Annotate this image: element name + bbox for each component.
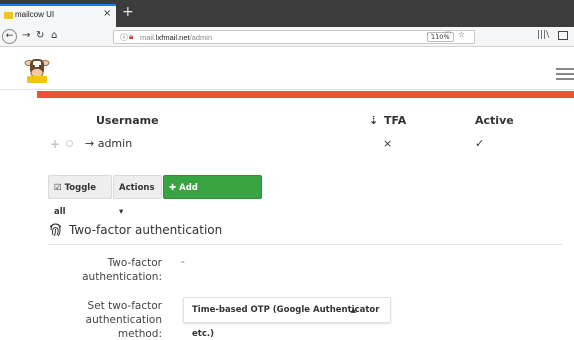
accent-bar: [37, 91, 574, 98]
back-icon[interactable]: ←: [2, 29, 17, 44]
info-icon[interactable]: ⓘ: [120, 32, 128, 43]
section-divider: [48, 244, 562, 245]
new-tab-button[interactable]: +: [122, 5, 134, 19]
sidebar-icon[interactable]: [558, 31, 568, 40]
reload-icon[interactable]: ↻: [36, 29, 44, 43]
mailcow-favicon-icon: [4, 12, 13, 19]
url-bar[interactable]: ⓘ 🔒︎ mail.lxfmail.net/admin 110%: [113, 30, 475, 44]
home-icon[interactable]: ⌂: [51, 29, 57, 43]
caret-down-icon: ▾: [119, 207, 124, 217]
tfa-label: Two-factor authentication:: [82, 257, 162, 283]
row-select-checkbox[interactable]: [66, 140, 73, 147]
browser-navbar: ← → ↻ ⌂ ⓘ 🔒︎ mail.lxfmail.net/admin 110%…: [0, 27, 574, 47]
plus-icon: ✚: [169, 183, 177, 193]
tab-title: mailcow UI: [15, 10, 55, 19]
library-icon[interactable]: |||\: [537, 30, 549, 40]
hamburger-icon[interactable]: [556, 68, 574, 83]
page-actions-icons[interactable]: ··· ♡ ☆: [426, 30, 467, 39]
column-header-tfa[interactable]: TFA: [384, 114, 406, 127]
close-tab-button[interactable]: ×: [103, 8, 111, 19]
sort-icon[interactable]: ⇣: [369, 114, 378, 127]
app-header: [0, 48, 574, 90]
tfa-value: -: [181, 256, 185, 268]
insecure-lock-icon[interactable]: 🔒︎: [129, 32, 133, 42]
expand-row-icon[interactable]: +: [50, 137, 60, 151]
toggle-all-button[interactable]: ☑ Toggle all: [48, 175, 112, 217]
row-tfa-status: ×: [383, 137, 393, 150]
column-header-active[interactable]: Active: [475, 114, 514, 127]
table-row: + → admin × ✓: [0, 136, 574, 152]
browser-tab-strip: mailcow UI × +: [0, 0, 574, 27]
tfa-method-label: Set two-factor authentication method:: [85, 300, 162, 340]
fingerprint-icon: [49, 223, 62, 237]
mailcow-logo-icon[interactable]: [22, 54, 52, 84]
caret-up-icon: ▲: [350, 306, 356, 314]
forward-icon[interactable]: →: [22, 29, 30, 43]
row-username: → admin: [85, 137, 133, 150]
check-square-icon: ☑: [54, 183, 62, 193]
add-administrator-button[interactable]: ✚ Add administrator: [163, 175, 262, 217]
url-text: mail.lxfmail.net/admin: [140, 33, 213, 42]
tfa-method-select[interactable]: Time-based OTP (Google Authenticator etc…: [183, 297, 391, 339]
row-active-status: ✓: [475, 137, 485, 150]
column-header-username[interactable]: Username: [96, 114, 159, 127]
actions-dropdown-button[interactable]: Actions ▾: [113, 175, 162, 217]
browser-tab[interactable]: mailcow UI ×: [0, 4, 116, 27]
section-title: Two-factor authentication: [69, 223, 223, 237]
